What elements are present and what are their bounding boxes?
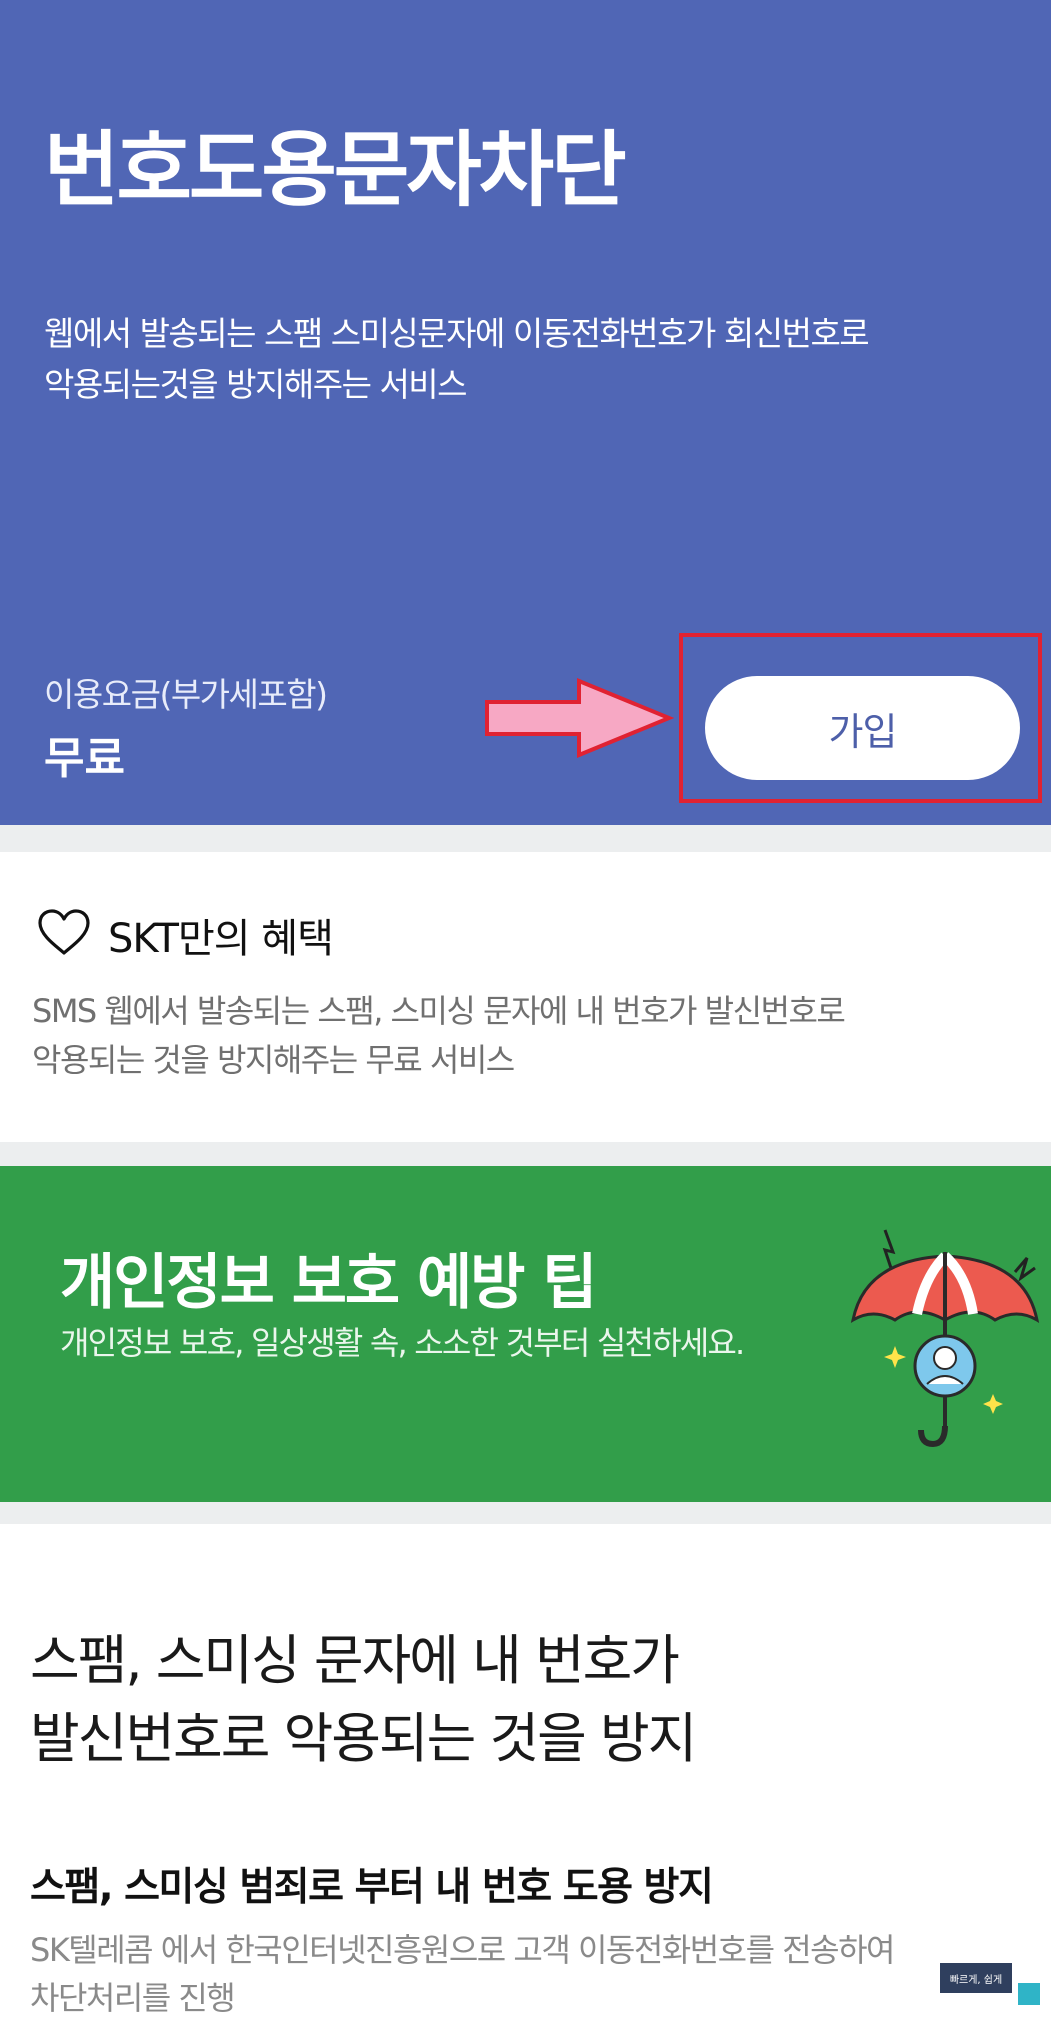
arrow-icon (485, 678, 674, 758)
hero-description-line: 웹에서 발송되는 스팸 스미싱문자에 이동전화번호가 회신번호로 (44, 314, 870, 353)
tip-description: 개인정보 보호, 일상생활 속, 소소한 것부터 실천하세요. (60, 1324, 745, 1362)
hero-section: 번호도용문자차단 웹에서 발송되는 스팸 스미싱문자에 이동전화번호가 회신번호… (0, 0, 1051, 825)
watermark-text: 빠르게, 쉽게 (940, 1963, 1012, 1993)
heart-icon (38, 909, 90, 955)
section-divider (0, 825, 1051, 852)
section-divider (0, 1142, 1051, 1166)
price-label: 이용요금(부가세포함) (44, 675, 328, 714)
feature-heading: 스팸, 스미싱 문자에 내 번호가 발신번호로 악용되는 것을 방지 (30, 1622, 1030, 1778)
watermark-logo-icon (1018, 1983, 1040, 2005)
tip-title: 개인정보 보호 예방 팁 (60, 1248, 597, 1318)
benefit-title: SKT만의 혜택 (108, 916, 334, 962)
section-divider (0, 1502, 1051, 1524)
benefit-section: SKT만의 혜택 SMS 웹에서 발송되는 스팸, 스미싱 문자에 내 번호가 … (0, 852, 1051, 1142)
feature-description-line: SK텔레콤 에서 한국인터넷진흥원으로 고객 이동전화번호를 전송하여 (30, 1931, 895, 1969)
benefit-description-line: 악용되는 것을 방지해주는 무료 서비스 (32, 1041, 515, 1079)
umbrella-icon (850, 1229, 1040, 1448)
benefit-description: SMS 웹에서 발송되는 스팸, 스미싱 문자에 내 번호가 발신번호로 악용되… (32, 987, 1012, 1085)
hero-description: 웹에서 발송되는 스팸 스미싱문자에 이동전화번호가 회신번호로 악용되는것을 … (44, 308, 1024, 410)
price-value: 무료 (44, 733, 125, 784)
hero-description-line: 악용되는것을 방지해주는 서비스 (44, 365, 468, 404)
feature-description-line: 차단처리를 진행 (30, 1979, 236, 2017)
feature-description: SK텔레콤 에서 한국인터넷진흥원으로 고객 이동전화번호를 전송하여 차단처리… (30, 1926, 1030, 2022)
page-title: 번호도용문자차단 (44, 123, 627, 218)
join-button[interactable]: 가입 (705, 676, 1020, 780)
feature-heading-line: 스팸, 스미싱 문자에 내 번호가 (30, 1629, 680, 1692)
feature-subheading: 스팸, 스미싱 범죄로 부터 내 번호 도용 방지 (30, 1865, 714, 1910)
benefit-description-line: SMS 웹에서 발송되는 스팸, 스미싱 문자에 내 번호가 발신번호로 (32, 992, 846, 1030)
feature-heading-line: 발신번호로 악용되는 것을 방지 (30, 1707, 697, 1770)
privacy-tip-banner[interactable]: 개인정보 보호 예방 팁 개인정보 보호, 일상생활 속, 소소한 것부터 실천… (0, 1166, 1051, 1502)
watermark: 빠르게, 쉽게 (940, 1963, 1040, 2007)
